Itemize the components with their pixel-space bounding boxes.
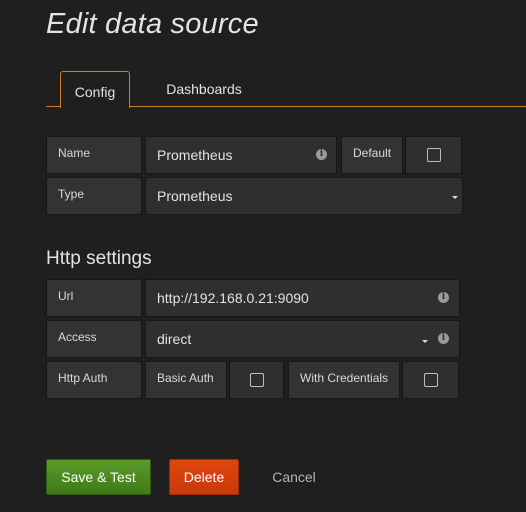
type-value: Prometheus xyxy=(157,188,233,204)
basic-auth-label: Basic Auth xyxy=(145,361,227,399)
default-checkbox-cell xyxy=(405,136,462,174)
url-input[interactable]: http://192.168.0.21:9090 i xyxy=(145,279,460,317)
name-label-text: Name xyxy=(58,146,91,160)
default-label: Default xyxy=(341,136,403,174)
tab-config[interactable]: Config xyxy=(60,71,130,108)
default-checkbox[interactable] xyxy=(426,148,441,162)
with-credentials-checkbox[interactable] xyxy=(423,373,438,387)
access-label: Access xyxy=(46,320,142,358)
type-select[interactable]: Prometheus xyxy=(145,177,463,215)
caret-down-icon xyxy=(452,196,458,199)
http-settings-title: Http settings xyxy=(46,248,152,269)
name-label: Name xyxy=(46,136,142,174)
caret-down-icon xyxy=(422,340,428,343)
save-test-button[interactable]: Save & Test xyxy=(46,459,151,495)
with-credentials-label: With Credentials xyxy=(288,361,400,399)
access-value: direct xyxy=(157,331,192,347)
info-icon[interactable]: i xyxy=(316,149,327,160)
name-value: Prometheus xyxy=(157,147,233,163)
type-label: Type xyxy=(46,177,142,215)
default-label-text: Default xyxy=(353,146,392,160)
name-input[interactable]: Prometheus i xyxy=(145,136,337,174)
access-label-text: Access xyxy=(58,330,97,344)
url-label-text: Url xyxy=(58,289,74,303)
url-value: http://192.168.0.21:9090 xyxy=(157,290,309,306)
info-icon[interactable]: i xyxy=(438,333,449,344)
http-auth-label-text: Http Auth xyxy=(58,371,108,385)
http-auth-label: Http Auth xyxy=(46,361,142,399)
with-credentials-label-text: With Credentials xyxy=(300,371,389,385)
basic-auth-checkbox[interactable] xyxy=(249,373,264,387)
with-credentials-checkbox-cell xyxy=(402,361,459,399)
delete-button[interactable]: Delete xyxy=(169,459,239,495)
page-title: Edit data source xyxy=(46,8,259,40)
type-label-text: Type xyxy=(58,187,85,201)
cancel-button[interactable]: Cancel xyxy=(258,459,330,495)
basic-auth-label-text: Basic Auth xyxy=(157,371,214,385)
tab-dashboards[interactable]: Dashboards xyxy=(152,71,256,107)
access-select[interactable]: direct i xyxy=(145,320,460,358)
basic-auth-checkbox-cell xyxy=(229,361,284,399)
info-icon[interactable]: i xyxy=(438,292,449,303)
url-label: Url xyxy=(46,279,142,317)
